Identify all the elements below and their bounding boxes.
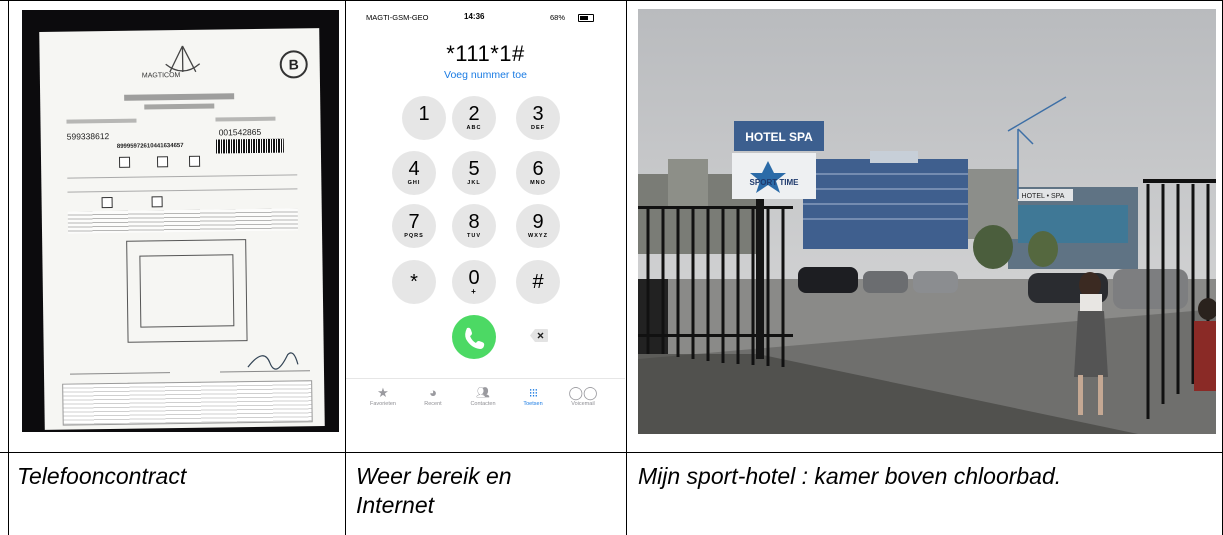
key-9[interactable]: 9 WXYZ [516,204,560,248]
dialed-number: *111*1# [446,41,525,66]
contract-photo: B MAGTICOM 599338612 001542865 899959726… [22,10,339,432]
table-row-divider [0,452,1223,453]
contract-letter-badge: B [279,50,308,79]
tab-favorieten[interactable]: ★ Favorieten [358,385,408,407]
key-6[interactable]: 6 MNO [516,151,560,195]
key-0[interactable]: 0 + [452,260,496,304]
table-border-top [0,0,1223,1]
key-hash[interactable]: # [516,260,560,304]
caption-col3: Mijn sport-hotel : kamer boven chloorbad… [638,463,1062,489]
add-number-link[interactable]: Voeg nummer toe [346,69,625,81]
checkbox-2 [156,156,169,168]
logo-text: MAGTICOM [141,72,181,80]
key-5[interactable]: 5 JKL [452,151,496,195]
caption-col1: Telefooncontract [17,463,187,489]
contract-serial: 89995972610441634657 [116,142,184,150]
backspace-icon[interactable] [529,328,549,343]
form-line [67,188,298,193]
call-button[interactable] [452,315,496,359]
tab-recent[interactable]: ◕ Recent [408,385,458,407]
clock-icon: ◕ [429,385,437,400]
voicemail-icon: ◯◯ [568,385,598,400]
table-border-left [8,0,9,535]
contract-footer-table [62,380,313,426]
contract-heading [124,93,235,101]
signature-line [70,372,171,375]
star-icon: ★ [377,385,389,400]
tab-contacten[interactable]: 👥︎ Contacten [458,385,508,407]
contract-subheading [144,103,215,110]
key-3[interactable]: 3 DEF [516,96,560,140]
contract-field-label [215,116,276,122]
contacts-icon: 👥︎ [476,387,490,399]
carrier-label: MAGTI-GSM-GEO [366,13,429,22]
contract-terms-text [67,208,299,234]
building-sign-text: HOTEL • SPA [1022,193,1065,200]
battery-icon [578,14,594,22]
hotel-photo: HOTEL • SPA HOTEL SPA SPORT TIME [638,9,1216,434]
tab-bar: ★ Favorieten ◕ Recent 👥︎ Contacten ⁝⁝⁝ Toets… [346,378,625,415]
barcode [215,138,284,154]
checkbox-4 [101,196,113,209]
photo-placeholder-box [126,239,248,343]
key-7[interactable]: 7 PQRS [392,204,436,248]
checkbox-1 [118,156,131,168]
phone-icon [465,327,485,349]
checkbox-3 [188,155,201,167]
contract-field-label [66,118,137,124]
status-bar: MAGTI-GSM-GEO 14:36 68% [346,12,625,26]
tab-voicemail[interactable]: ◯◯ Voicemail [558,385,608,407]
battery-percentage: 68% [550,13,566,22]
checkbox-5 [151,196,163,208]
status-time: 14:36 [464,12,485,21]
contract-paper: B MAGTICOM 599338612 001542865 899959726… [39,28,325,430]
sport-time-sign-text: SPORT TIME [750,178,800,187]
key-star[interactable]: * [392,260,436,304]
caption-col2: Weer bereik en Internet [356,463,512,518]
tab-toetsen[interactable]: ⁝⁝⁝ Toetsen [508,385,558,407]
key-1[interactable]: 1 [402,96,446,140]
table-divider-2 [626,0,627,535]
phone-dialer-screenshot: MAGTI-GSM-GEO 14:36 68% *111*1# Voeg num… [346,8,625,430]
form-line [67,174,298,179]
keypad-icon: ⁝⁝⁝ [528,386,538,400]
key-4[interactable]: 4 GHI [392,151,436,195]
hotel-spa-sign-text: HOTEL SPA [745,130,813,144]
contract-account-number: 001542865 [218,126,262,138]
key-8[interactable]: 8 TUV [452,204,496,248]
contract-phone-number: 599338612 [66,131,110,142]
key-2[interactable]: 2 ABC [452,96,496,140]
